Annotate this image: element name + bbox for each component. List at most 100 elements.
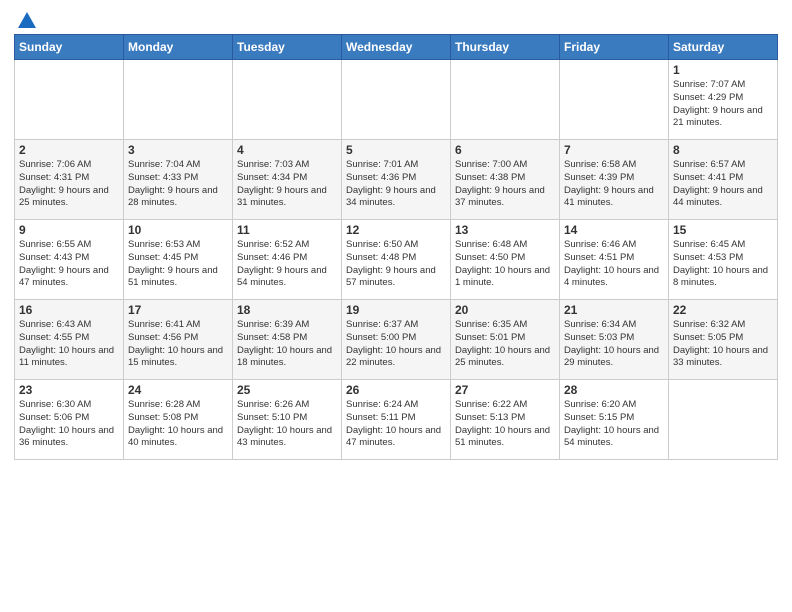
day-number: 12 [346,223,446,237]
day-number: 3 [128,143,228,157]
logo [14,10,40,28]
calendar-day-cell [233,60,342,140]
calendar-week-row: 1 Sunrise: 7:07 AM Sunset: 4:29 PM Daylig… [15,60,778,140]
day-number: 14 [564,223,664,237]
calendar-day-cell: 4 Sunrise: 7:03 AM Sunset: 4:34 PM Daylig… [233,140,342,220]
day-number: 8 [673,143,773,157]
day-info: Sunrise: 6:30 AM Sunset: 5:06 PM Dayligh… [19,399,119,450]
calendar-header-row: SundayMondayTuesdayWednesdayThursdayFrid… [15,35,778,60]
calendar-day-cell: 23 Sunrise: 6:30 AM Sunset: 5:06 PM Dayli… [15,380,124,460]
day-info: Sunrise: 6:58 AM Sunset: 4:39 PM Dayligh… [564,159,664,210]
calendar-day-cell: 6 Sunrise: 7:00 AM Sunset: 4:38 PM Daylig… [451,140,560,220]
calendar-day-header: Saturday [669,35,778,60]
day-info: Sunrise: 6:50 AM Sunset: 4:48 PM Dayligh… [346,239,446,290]
calendar-day-cell [15,60,124,140]
day-number: 20 [455,303,555,317]
calendar-week-row: 2 Sunrise: 7:06 AM Sunset: 4:31 PM Daylig… [15,140,778,220]
calendar-day-cell: 17 Sunrise: 6:41 AM Sunset: 4:56 PM Dayli… [124,300,233,380]
day-number: 24 [128,383,228,397]
logo-icon [16,10,38,32]
day-info: Sunrise: 6:35 AM Sunset: 5:01 PM Dayligh… [455,319,555,370]
day-number: 16 [19,303,119,317]
calendar-day-cell [124,60,233,140]
calendar-day-cell: 2 Sunrise: 7:06 AM Sunset: 4:31 PM Daylig… [15,140,124,220]
day-number: 18 [237,303,337,317]
calendar-day-header: Monday [124,35,233,60]
calendar-day-header: Friday [560,35,669,60]
calendar-day-cell: 14 Sunrise: 6:46 AM Sunset: 4:51 PM Dayli… [560,220,669,300]
day-info: Sunrise: 7:00 AM Sunset: 4:38 PM Dayligh… [455,159,555,210]
day-number: 26 [346,383,446,397]
calendar-week-row: 23 Sunrise: 6:30 AM Sunset: 5:06 PM Dayli… [15,380,778,460]
day-number: 2 [19,143,119,157]
day-number: 25 [237,383,337,397]
calendar-day-cell: 11 Sunrise: 6:52 AM Sunset: 4:46 PM Dayli… [233,220,342,300]
calendar-week-row: 16 Sunrise: 6:43 AM Sunset: 4:55 PM Dayli… [15,300,778,380]
day-number: 5 [346,143,446,157]
day-number: 13 [455,223,555,237]
day-number: 27 [455,383,555,397]
calendar-day-cell: 1 Sunrise: 7:07 AM Sunset: 4:29 PM Daylig… [669,60,778,140]
calendar-day-cell: 22Sunrise: 6:32 AM Sunset: 5:05 PM Dayli… [669,300,778,380]
day-info: Sunrise: 6:52 AM Sunset: 4:46 PM Dayligh… [237,239,337,290]
day-number: 23 [19,383,119,397]
header [14,10,778,28]
day-number: 11 [237,223,337,237]
day-info: Sunrise: 6:39 AM Sunset: 4:58 PM Dayligh… [237,319,337,370]
day-info: Sunrise: 7:06 AM Sunset: 4:31 PM Dayligh… [19,159,119,210]
calendar-day-cell: 12 Sunrise: 6:50 AM Sunset: 4:48 PM Dayli… [342,220,451,300]
day-info: Sunrise: 6:22 AM Sunset: 5:13 PM Dayligh… [455,399,555,450]
day-info: Sunrise: 6:41 AM Sunset: 4:56 PM Dayligh… [128,319,228,370]
calendar-day-header: Tuesday [233,35,342,60]
day-info: Sunrise: 6:43 AM Sunset: 4:55 PM Dayligh… [19,319,119,370]
calendar-day-header: Thursday [451,35,560,60]
calendar-day-cell: 21Sunrise: 6:34 AM Sunset: 5:03 PM Dayli… [560,300,669,380]
day-info: Sunrise: 6:20 AM Sunset: 5:15 PM Dayligh… [564,399,664,450]
calendar-day-cell: 25 Sunrise: 6:26 AM Sunset: 5:10 PM Dayli… [233,380,342,460]
day-info: Sunrise: 6:57 AM Sunset: 4:41 PM Dayligh… [673,159,773,210]
calendar-day-cell: 18 Sunrise: 6:39 AM Sunset: 4:58 PM Dayli… [233,300,342,380]
day-number: 4 [237,143,337,157]
calendar-day-cell: 9 Sunrise: 6:55 AM Sunset: 4:43 PM Daylig… [15,220,124,300]
calendar-day-cell: 5 Sunrise: 7:01 AM Sunset: 4:36 PM Daylig… [342,140,451,220]
calendar-day-cell: 24 Sunrise: 6:28 AM Sunset: 5:08 PM Dayli… [124,380,233,460]
day-info: Sunrise: 6:26 AM Sunset: 5:10 PM Dayligh… [237,399,337,450]
day-number: 9 [19,223,119,237]
day-info: Sunrise: 6:45 AM Sunset: 4:53 PM Dayligh… [673,239,773,290]
calendar-day-cell: 19Sunrise: 6:37 AM Sunset: 5:00 PM Dayli… [342,300,451,380]
calendar-day-cell: 13Sunrise: 6:48 AM Sunset: 4:50 PM Dayli… [451,220,560,300]
calendar-day-cell: 27 Sunrise: 6:22 AM Sunset: 5:13 PM Dayli… [451,380,560,460]
calendar-day-cell [560,60,669,140]
calendar-day-cell: 15Sunrise: 6:45 AM Sunset: 4:53 PM Dayli… [669,220,778,300]
day-number: 1 [673,63,773,77]
calendar-day-cell: 16 Sunrise: 6:43 AM Sunset: 4:55 PM Dayli… [15,300,124,380]
calendar-day-cell: 8 Sunrise: 6:57 AM Sunset: 4:41 PM Daylig… [669,140,778,220]
day-info: Sunrise: 6:46 AM Sunset: 4:51 PM Dayligh… [564,239,664,290]
day-info: Sunrise: 6:55 AM Sunset: 4:43 PM Dayligh… [19,239,119,290]
day-number: 6 [455,143,555,157]
calendar-day-cell: 26 Sunrise: 6:24 AM Sunset: 5:11 PM Dayli… [342,380,451,460]
day-number: 10 [128,223,228,237]
day-number: 28 [564,383,664,397]
day-info: Sunrise: 7:07 AM Sunset: 4:29 PM Dayligh… [673,79,773,130]
day-info: Sunrise: 7:01 AM Sunset: 4:36 PM Dayligh… [346,159,446,210]
calendar-table: SundayMondayTuesdayWednesdayThursdayFrid… [14,34,778,460]
calendar-day-header: Sunday [15,35,124,60]
day-info: Sunrise: 6:24 AM Sunset: 5:11 PM Dayligh… [346,399,446,450]
day-info: Sunrise: 6:37 AM Sunset: 5:00 PM Dayligh… [346,319,446,370]
day-info: Sunrise: 7:03 AM Sunset: 4:34 PM Dayligh… [237,159,337,210]
calendar-day-header: Wednesday [342,35,451,60]
calendar-day-cell [669,380,778,460]
day-info: Sunrise: 6:32 AM Sunset: 5:05 PM Dayligh… [673,319,773,370]
page: SundayMondayTuesdayWednesdayThursdayFrid… [0,0,792,612]
day-info: Sunrise: 7:04 AM Sunset: 4:33 PM Dayligh… [128,159,228,210]
calendar-day-cell [451,60,560,140]
calendar-week-row: 9 Sunrise: 6:55 AM Sunset: 4:43 PM Daylig… [15,220,778,300]
calendar-day-cell: 3 Sunrise: 7:04 AM Sunset: 4:33 PM Daylig… [124,140,233,220]
calendar-day-cell: 10Sunrise: 6:53 AM Sunset: 4:45 PM Dayli… [124,220,233,300]
day-info: Sunrise: 6:28 AM Sunset: 5:08 PM Dayligh… [128,399,228,450]
calendar-day-cell: 28 Sunrise: 6:20 AM Sunset: 5:15 PM Dayli… [560,380,669,460]
day-number: 21 [564,303,664,317]
calendar-day-cell [342,60,451,140]
day-number: 17 [128,303,228,317]
